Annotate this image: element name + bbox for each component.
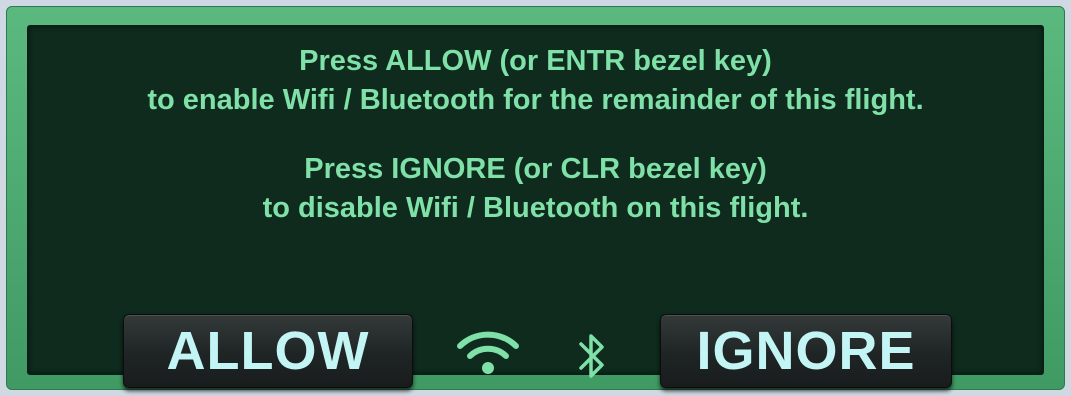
ignore-button[interactable]: IGNORE xyxy=(660,314,952,388)
allow-button[interactable]: ALLOW xyxy=(123,314,413,388)
bluetooth-icon xyxy=(579,334,604,378)
allow-instruction: Press ALLOW (or ENTR bezel key) to enabl… xyxy=(28,42,1043,120)
dialog-panel: Press ALLOW (or ENTR bezel key) to enabl… xyxy=(27,25,1044,388)
allow-instruction-line-2: to enable Wifi / Bluetooth for the remai… xyxy=(147,84,924,116)
dialog-frame: Press ALLOW (or ENTR bezel key) to enabl… xyxy=(6,6,1065,390)
allow-instruction-line-1: Press ALLOW (or ENTR bezel key) xyxy=(299,45,772,77)
ignore-instruction-line-2: to disable Wifi / Bluetooth on this flig… xyxy=(262,192,809,224)
ignore-instruction-line-1: Press IGNORE (or CLR bezel key) xyxy=(304,153,767,185)
ignore-instruction: Press IGNORE (or CLR bezel key) to disab… xyxy=(28,150,1043,228)
wifi-icon xyxy=(457,331,519,374)
